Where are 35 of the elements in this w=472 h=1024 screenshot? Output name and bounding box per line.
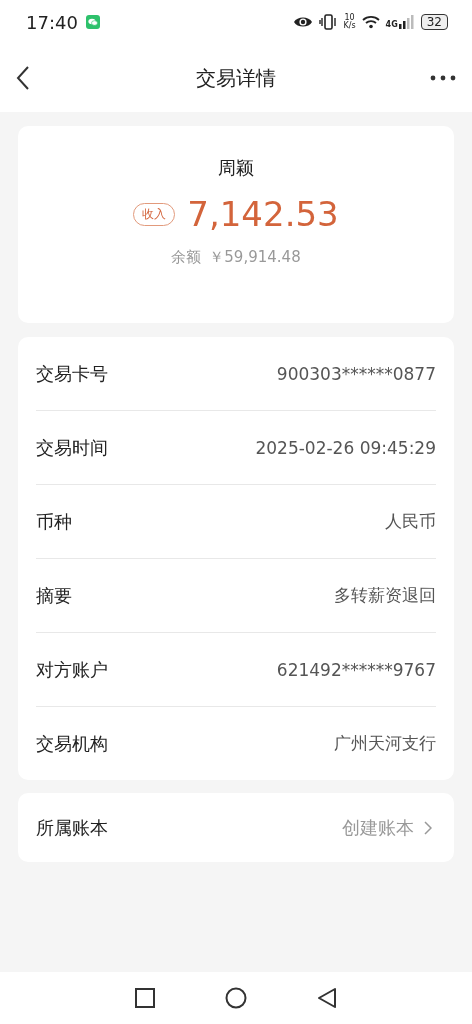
detail-value: 2025-02-26 09:45:29 [255, 437, 436, 458]
chevron-right-icon [424, 820, 432, 835]
battery-indicator: 32 [420, 14, 448, 30]
detail-label: 币种 [36, 509, 72, 534]
recent-apps-icon[interactable] [135, 988, 155, 1008]
detail-label: 交易时间 [36, 435, 108, 460]
wifi-icon [361, 15, 380, 29]
detail-label: 交易卡号 [36, 361, 108, 386]
more-icon[interactable] [430, 75, 456, 81]
chat-app-icon [85, 15, 100, 29]
detail-label: 摘要 [36, 583, 72, 608]
amount-text: 7,142.53 [187, 194, 339, 234]
detail-label: 交易机构 [36, 731, 108, 756]
balance-label: 余额 [171, 248, 202, 267]
detail-value: 广州天河支行 [334, 732, 436, 755]
page-title: 交易详情 [196, 64, 276, 92]
detail-value: 900303******0877 [276, 363, 436, 384]
ledger-label: 所属账本 [36, 815, 108, 840]
status-time: 17:40 [26, 11, 78, 33]
ledger-row[interactable]: 所属账本 创建账本 [18, 793, 454, 862]
speed-unit: K/s [343, 22, 356, 30]
network-label: 4G [385, 20, 398, 29]
detail-value: 人民币 [385, 510, 436, 533]
back-icon[interactable] [16, 65, 30, 91]
detail-label: 对方账户 [36, 657, 108, 682]
vibrate-icon [319, 14, 338, 30]
detail-value: 多转薪资退回 [334, 584, 436, 607]
speed-value: 10 [344, 14, 355, 22]
balance-value: ￥59,914.48 [209, 248, 301, 267]
home-icon[interactable] [225, 987, 247, 1009]
eye-icon [293, 15, 314, 29]
signal-icon [398, 15, 415, 29]
back-nav-icon[interactable] [317, 987, 337, 1009]
detail-value: 621492******9767 [276, 659, 436, 680]
payer-name: 周颖 [218, 156, 254, 180]
